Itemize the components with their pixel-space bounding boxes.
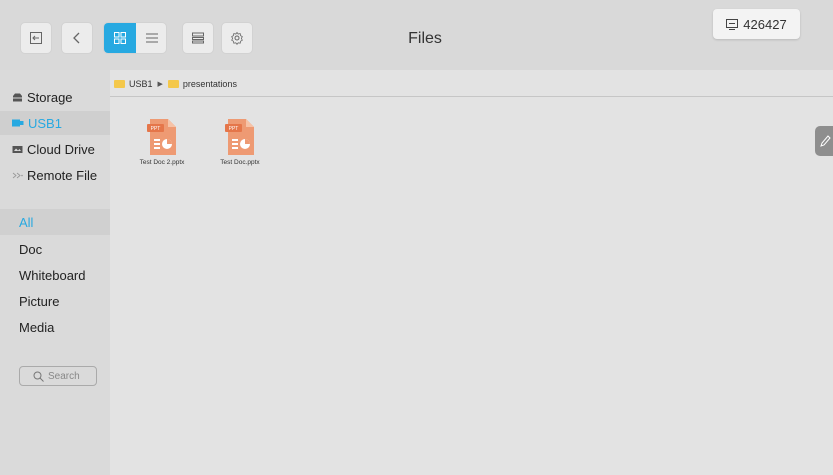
search-placeholder: Search bbox=[48, 370, 80, 382]
remote-file-icon bbox=[12, 172, 23, 178]
file-name: Test Doc 2.pptx bbox=[139, 159, 185, 166]
sidebar-item-cloud-drive[interactable]: Cloud Drive bbox=[0, 137, 110, 161]
grid-view-icon bbox=[114, 32, 126, 44]
breadcrumb-item-usb1[interactable]: USB1 bbox=[129, 79, 153, 89]
sidebar: Storage USB1 Cloud Drive Remote File All… bbox=[0, 70, 110, 475]
grid-view-button[interactable] bbox=[104, 23, 136, 53]
sidebar-item-remote-file[interactable]: Remote File bbox=[0, 163, 110, 187]
breadcrumb-item-presentations[interactable]: presentations bbox=[183, 79, 237, 89]
file-item[interactable]: PPT Test Doc.pptx bbox=[209, 118, 271, 166]
sidebar-item-usb1[interactable]: USB1 bbox=[0, 111, 110, 135]
multi-select-icon bbox=[192, 32, 204, 44]
category-picture[interactable]: Picture bbox=[0, 288, 110, 314]
sidebar-item-label: Cloud Drive bbox=[27, 141, 95, 157]
svg-text:PPT: PPT bbox=[151, 126, 161, 132]
file-name: Test Doc.pptx bbox=[220, 159, 260, 166]
cloud-drive-icon bbox=[12, 145, 23, 153]
divider bbox=[110, 96, 833, 97]
category-all[interactable]: All bbox=[0, 209, 110, 235]
file-browser: USB1 ▶ presentations PPT Test Doc 2.pptx… bbox=[110, 70, 833, 475]
ppt-file-icon: PPT bbox=[147, 119, 176, 155]
settings-button[interactable] bbox=[221, 22, 253, 54]
category-doc[interactable]: Doc bbox=[0, 236, 110, 262]
breadcrumb: USB1 ▶ presentations bbox=[114, 76, 237, 92]
breadcrumb-separator-icon: ▶ bbox=[157, 81, 163, 88]
back-button[interactable] bbox=[61, 22, 93, 54]
ppt-file-icon: PPT bbox=[225, 119, 254, 155]
sidebar-item-label: USB1 bbox=[28, 115, 62, 131]
pencil-icon bbox=[820, 135, 831, 147]
sidebar-item-label: Remote File bbox=[27, 167, 98, 183]
top-bar: Files 426427 bbox=[0, 0, 833, 70]
view-toggle bbox=[103, 22, 167, 54]
file-item[interactable]: PPT Test Doc 2.pptx bbox=[131, 118, 193, 166]
folder-icon bbox=[167, 80, 179, 88]
code-text: 426427 bbox=[743, 16, 787, 32]
list-view-icon bbox=[146, 33, 158, 43]
sidebar-item-storage[interactable]: Storage bbox=[0, 85, 110, 109]
usb-icon bbox=[12, 119, 24, 127]
svg-text:PPT: PPT bbox=[229, 126, 239, 132]
connection-code[interactable]: 426427 bbox=[713, 9, 800, 39]
page-title: Files bbox=[408, 30, 442, 47]
screen-share-icon bbox=[726, 18, 739, 30]
exit-button[interactable] bbox=[20, 22, 52, 54]
list-view-button[interactable] bbox=[136, 23, 166, 53]
exit-icon bbox=[30, 32, 42, 44]
search-input[interactable]: Search bbox=[19, 366, 97, 386]
sidebar-item-label: Storage bbox=[27, 89, 73, 105]
search-icon bbox=[33, 371, 44, 382]
edit-button[interactable] bbox=[815, 126, 833, 156]
multi-select-button[interactable] bbox=[182, 22, 214, 54]
chevron-left-icon bbox=[73, 32, 80, 44]
gear-icon bbox=[231, 31, 243, 45]
folder-icon bbox=[114, 80, 125, 88]
category-media[interactable]: Media bbox=[0, 314, 110, 340]
storage-icon bbox=[13, 93, 22, 101]
category-whiteboard[interactable]: Whiteboard bbox=[0, 262, 110, 288]
